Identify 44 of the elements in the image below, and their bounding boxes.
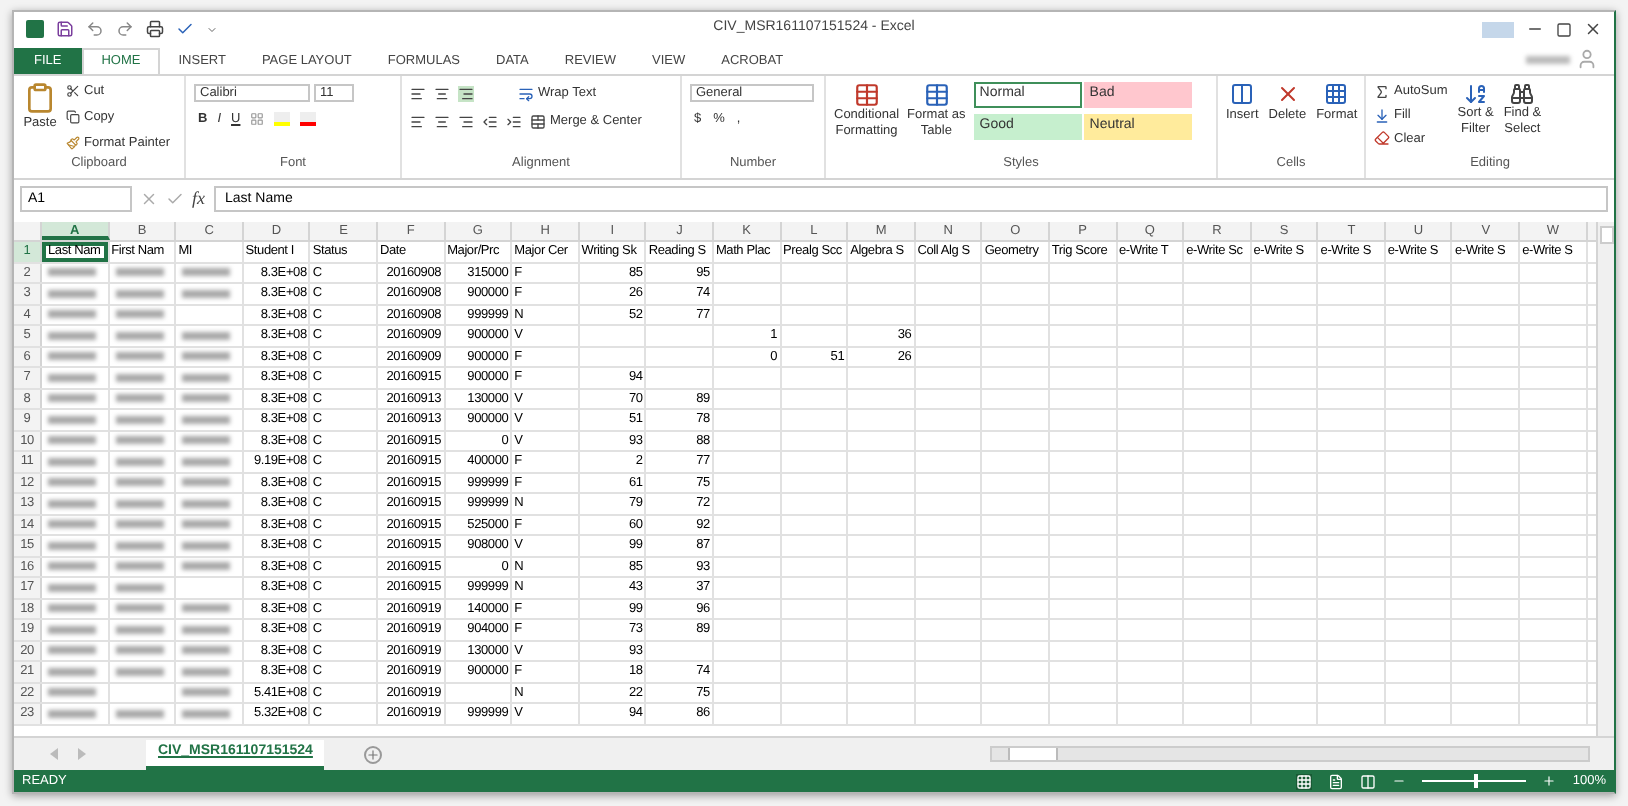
page-layout-icon[interactable] [1328,773,1345,789]
sort-icon [1463,82,1488,106]
table-icon [923,82,950,108]
table-icon [853,82,880,108]
bottom-align-icon[interactable] [458,85,474,102]
save-icon[interactable] [56,20,74,38]
fill-color-icon[interactable] [274,112,291,127]
scissors-icon [66,84,80,99]
eraser-icon [1374,130,1390,147]
align-right-icon[interactable] [458,113,474,130]
normal-view-icon[interactable] [1296,773,1313,789]
sigma-icon [1374,83,1390,100]
top-align-icon[interactable] [410,85,426,102]
close-icon[interactable] [1584,20,1602,38]
font-color-icon[interactable] [300,112,317,127]
grid-icon [1324,82,1349,106]
horizontal-scrollbar[interactable] [990,746,1590,762]
page-break-icon[interactable] [1360,773,1377,789]
delete-cells-icon [1275,82,1300,106]
copy-icon [66,110,80,125]
zoom-thumb[interactable] [1474,774,1479,788]
align-center-icon[interactable] [434,113,450,130]
add-sheet-icon[interactable] [364,745,383,763]
increase-indent-icon[interactable] [506,113,522,130]
vertical-scrollbar[interactable] [1596,222,1614,736]
function-button[interactable]: fx [192,185,205,213]
caret-icon [206,23,218,35]
paintbrush-icon [66,135,80,150]
align-left-icon[interactable] [410,113,426,130]
middle-align-icon[interactable] [434,85,450,102]
printer-icon[interactable] [146,20,164,38]
wrap-text-icon [518,85,534,102]
redacted-text [1526,55,1570,63]
zoom-out-icon[interactable] [1392,774,1407,788]
maximize-icon[interactable] [1556,21,1572,37]
binoculars-icon [1510,82,1535,106]
merge-cells-icon [530,113,546,130]
clipboard-icon [24,82,56,114]
insert-cells-icon [1230,82,1255,106]
redo-icon[interactable] [116,20,134,38]
zoom-in-icon[interactable] [1542,774,1557,788]
decrease-indent-icon[interactable] [482,113,498,130]
undo-icon[interactable] [86,20,104,38]
down-arrow-icon [1374,107,1390,124]
